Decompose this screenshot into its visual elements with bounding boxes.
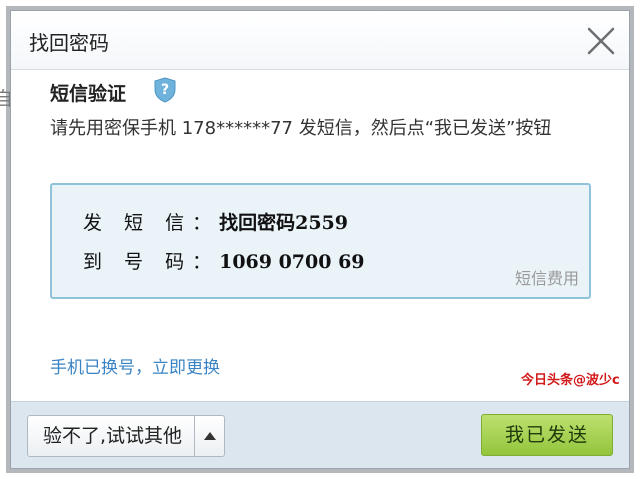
i-have-sent-button[interactable]: 我已发送 [481,414,613,456]
close-icon[interactable] [583,23,619,59]
try-other-method-button[interactable]: 验不了,试试其他 [27,415,226,457]
target-number-value: 1069 0700 69 [219,251,365,273]
send-content-label: 发 短 信： [83,212,220,234]
svg-text:?: ? [161,82,169,98]
sms-info-box: 发 短 信：找回密码2559 到 号 码：1069 0700 69 短信费用 [50,183,591,299]
send-content-row: 发 短 信：找回密码2559 [83,208,348,235]
try-other-label[interactable]: 验不了,试试其他 [28,416,196,456]
shield-question-icon[interactable]: ? [153,77,177,103]
dialog-title: 找回密码 [29,31,109,55]
sms-fee-link[interactable]: 短信费用 [515,265,579,289]
retrieve-password-dialog: 找回密码 短信验证 ? 请先用密保手机 178******77 发短信，然后点“… [10,10,630,469]
send-content-value: 找回密码2559 [219,212,348,234]
target-number-row: 到 号 码：1069 0700 69 [83,247,365,274]
sms-verify-title: 短信验证 [50,83,127,105]
target-number-label: 到 号 码： [83,251,220,273]
watermark-text: 今日头条@波少c [521,373,620,388]
try-other-dropdown[interactable] [195,416,224,456]
triangle-up-icon [203,432,216,440]
dialog-titlebar: 找回密码 [11,11,629,70]
dialog-footer: 验不了,试试其他 我已发送 [11,401,629,468]
sms-instruction-text: 请先用密保手机 178******77 发短信，然后点“我已发送”按钮 [50,118,552,139]
change-phone-link[interactable]: 手机已换号，立即更换 [50,353,220,378]
